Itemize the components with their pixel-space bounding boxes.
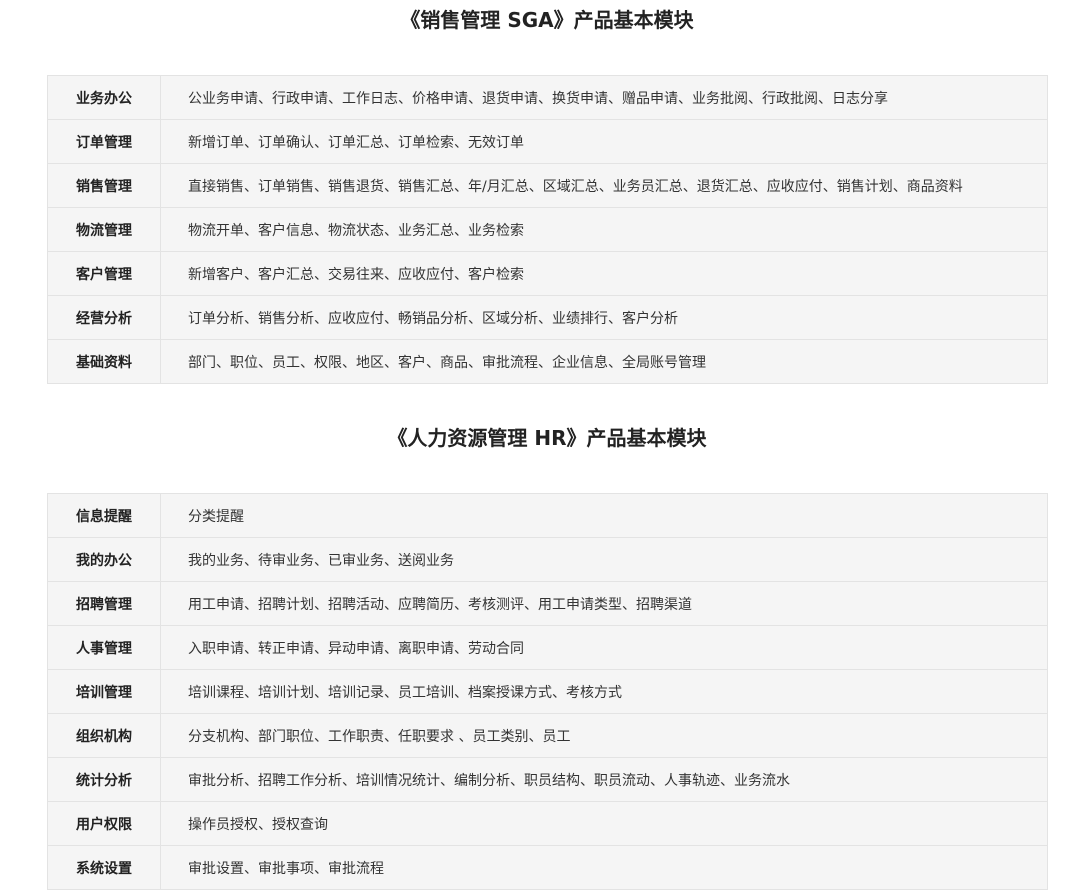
module-items: 培训课程、培训计划、培训记录、员工培训、档案授课方式、考核方式	[160, 669, 1048, 714]
module-name: 物流管理	[47, 207, 161, 252]
module-items: 用工申请、招聘计划、招聘活动、应聘简历、考核测评、用工申请类型、招聘渠道	[160, 581, 1048, 626]
module-name: 培训管理	[47, 669, 161, 714]
module-items: 部门、职位、员工、权限、地区、客户、商品、审批流程、企业信息、全局账号管理	[160, 339, 1048, 384]
module-name: 订单管理	[47, 119, 161, 164]
module-name: 基础资料	[47, 339, 161, 384]
table-row: 经营分析 订单分析、销售分析、应收应付、畅销品分析、区域分析、业绩排行、客户分析	[47, 295, 1048, 340]
table-row: 客户管理 新增客户、客户汇总、交易往来、应收应付、客户检索	[47, 251, 1048, 296]
module-items: 直接销售、订单销售、销售退货、销售汇总、年/月汇总、区域汇总、业务员汇总、退货汇…	[160, 163, 1048, 208]
table-row: 物流管理 物流开单、客户信息、物流状态、业务汇总、业务检索	[47, 207, 1048, 252]
module-name: 组织机构	[47, 713, 161, 758]
table-row: 销售管理 直接销售、订单销售、销售退货、销售汇总、年/月汇总、区域汇总、业务员汇…	[47, 163, 1048, 208]
module-items: 订单分析、销售分析、应收应付、畅销品分析、区域分析、业绩排行、客户分析	[160, 295, 1048, 340]
module-items: 我的业务、待审业务、已审业务、送阅业务	[160, 537, 1048, 582]
table-row: 我的办公 我的业务、待审业务、已审业务、送阅业务	[47, 537, 1048, 582]
module-items: 分类提醒	[160, 493, 1048, 538]
module-name: 人事管理	[47, 625, 161, 670]
module-items: 操作员授权、授权查询	[160, 801, 1048, 846]
sga-section-title: 《销售管理 SGA》产品基本模块	[400, 8, 694, 32]
module-name: 招聘管理	[47, 581, 161, 626]
module-items: 新增客户、客户汇总、交易往来、应收应付、客户检索	[160, 251, 1048, 296]
table-row: 招聘管理 用工申请、招聘计划、招聘活动、应聘简历、考核测评、用工申请类型、招聘渠…	[47, 581, 1048, 626]
table-row: 培训管理 培训课程、培训计划、培训记录、员工培训、档案授课方式、考核方式	[47, 669, 1048, 714]
module-items: 物流开单、客户信息、物流状态、业务汇总、业务检索	[160, 207, 1048, 252]
module-name: 客户管理	[47, 251, 161, 296]
table-row: 组织机构 分支机构、部门职位、工作职责、任职要求 、员工类别、员工	[47, 713, 1048, 758]
module-items: 审批设置、审批事项、审批流程	[160, 845, 1048, 890]
table-row: 订单管理 新增订单、订单确认、订单汇总、订单检索、无效订单	[47, 119, 1048, 164]
module-items: 审批分析、招聘工作分析、培训情况统计、编制分析、职员结构、职员流动、人事轨迹、业…	[160, 757, 1048, 802]
table-row: 基础资料 部门、职位、员工、权限、地区、客户、商品、审批流程、企业信息、全局账号…	[47, 339, 1048, 384]
table-row: 信息提醒 分类提醒	[47, 493, 1048, 538]
module-name: 用户权限	[47, 801, 161, 846]
sga-module-table: 业务办公 公业务申请、行政申请、工作日志、价格申请、退货申请、换货申请、赠品申请…	[47, 75, 1048, 384]
module-name: 销售管理	[47, 163, 161, 208]
table-row: 业务办公 公业务申请、行政申请、工作日志、价格申请、退货申请、换货申请、赠品申请…	[47, 75, 1048, 120]
module-items: 入职申请、转正申请、异动申请、离职申请、劳动合同	[160, 625, 1048, 670]
module-items: 新增订单、订单确认、订单汇总、订单检索、无效订单	[160, 119, 1048, 164]
table-row: 用户权限 操作员授权、授权查询	[47, 801, 1048, 846]
hr-module-table: 信息提醒 分类提醒 我的办公 我的业务、待审业务、已审业务、送阅业务 招聘管理 …	[47, 493, 1048, 890]
module-items: 分支机构、部门职位、工作职责、任职要求 、员工类别、员工	[160, 713, 1048, 758]
module-items: 公业务申请、行政申请、工作日志、价格申请、退货申请、换货申请、赠品申请、业务批阅…	[160, 75, 1048, 120]
hr-section-title: 《人力资源管理 HR》产品基本模块	[387, 426, 707, 450]
module-name: 统计分析	[47, 757, 161, 802]
module-name: 我的办公	[47, 537, 161, 582]
module-name: 信息提醒	[47, 493, 161, 538]
table-row: 人事管理 入职申请、转正申请、异动申请、离职申请、劳动合同	[47, 625, 1048, 670]
module-name: 业务办公	[47, 75, 161, 120]
module-name: 系统设置	[47, 845, 161, 890]
table-row: 统计分析 审批分析、招聘工作分析、培训情况统计、编制分析、职员结构、职员流动、人…	[47, 757, 1048, 802]
module-name: 经营分析	[47, 295, 161, 340]
table-row: 系统设置 审批设置、审批事项、审批流程	[47, 845, 1048, 890]
